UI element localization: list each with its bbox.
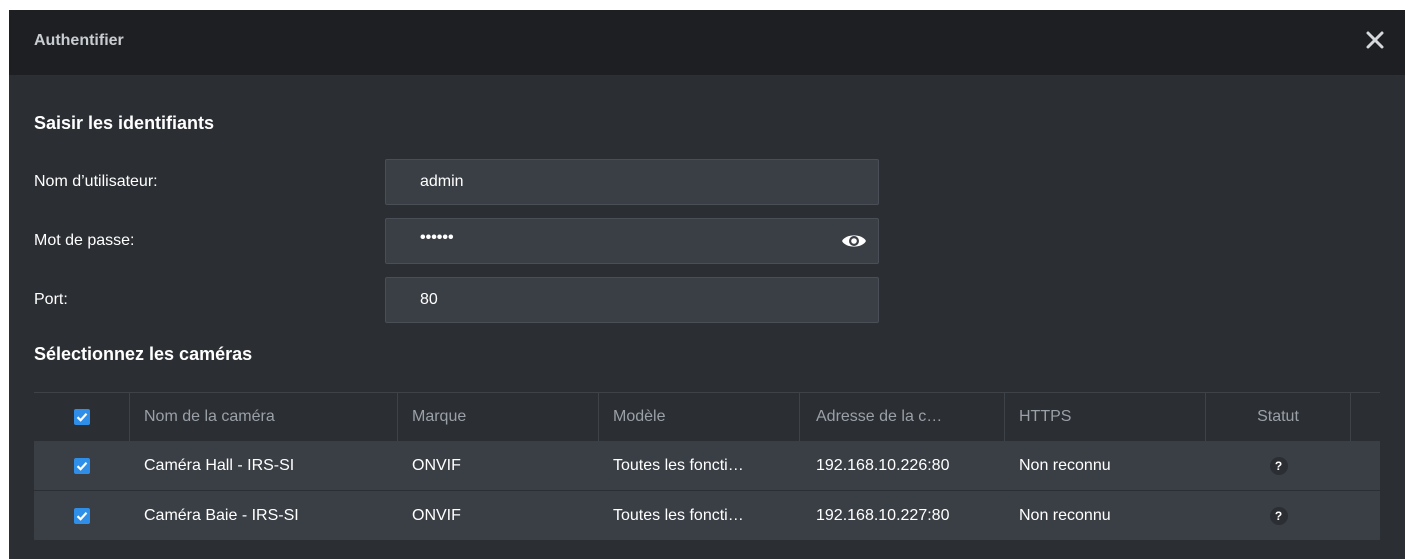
select-all-checkbox[interactable] bbox=[73, 409, 90, 425]
column-header-brand[interactable]: Marque bbox=[398, 393, 599, 441]
authenticate-dialog: Authentifier Saisir les identifiants Nom… bbox=[9, 10, 1405, 559]
table-row[interactable]: Caméra Hall - IRS-SI ONVIF Toutes les fo… bbox=[34, 441, 1380, 491]
checkmark-icon bbox=[76, 461, 88, 471]
credentials-section-title: Saisir les identifiants bbox=[34, 113, 215, 133]
port-field[interactable]: 80 bbox=[385, 277, 879, 323]
eye-icon bbox=[842, 235, 866, 247]
camera-https: Non reconnu bbox=[1019, 456, 1111, 474]
port-value: 80 bbox=[420, 291, 438, 308]
username-field[interactable]: admin bbox=[385, 159, 879, 205]
row-checkbox-cell bbox=[34, 441, 130, 490]
camera-brand: ONVIF bbox=[412, 506, 461, 524]
column-header-name[interactable]: Nom de la caméra bbox=[130, 393, 398, 441]
table-header: Nom de la caméra Marque Modèle Adresse d… bbox=[34, 392, 1380, 441]
row-checkbox[interactable] bbox=[74, 457, 90, 474]
status-cell: ? bbox=[1206, 491, 1351, 540]
column-header-address[interactable]: Adresse de la c… bbox=[800, 393, 1005, 441]
show-password-button[interactable] bbox=[840, 230, 868, 252]
camera-name: Caméra Hall - IRS-SI bbox=[144, 456, 295, 474]
username-value: admin bbox=[420, 173, 464, 190]
close-button[interactable] bbox=[1363, 28, 1387, 52]
unknown-status-icon: ? bbox=[1269, 456, 1288, 475]
dialog-title: Authentifier bbox=[34, 32, 124, 49]
password-field[interactable]: •••••• bbox=[385, 218, 879, 264]
username-label: Nom d’utilisateur: bbox=[34, 173, 158, 190]
status-cell: ? bbox=[1206, 441, 1351, 490]
table-row[interactable]: Caméra Baie - IRS-SI ONVIF Toutes les fo… bbox=[34, 491, 1380, 541]
unknown-status-icon: ? bbox=[1269, 506, 1288, 525]
camera-https: Non reconnu bbox=[1019, 506, 1111, 524]
column-header-status[interactable]: Statut bbox=[1206, 393, 1351, 441]
password-value: •••••• bbox=[420, 229, 454, 246]
camera-address: 192.168.10.227:80 bbox=[816, 506, 950, 524]
column-header-model[interactable]: Modèle bbox=[599, 393, 800, 441]
camera-address: 192.168.10.226:80 bbox=[816, 456, 950, 474]
cameras-section-title: Sélectionnez les caméras bbox=[34, 344, 253, 364]
header-checkbox-cell bbox=[34, 393, 130, 441]
dialog-titlebar: Authentifier bbox=[9, 10, 1405, 75]
close-icon bbox=[1366, 31, 1384, 49]
row-checkbox-cell bbox=[34, 491, 130, 540]
camera-model: Toutes les foncti… bbox=[613, 506, 744, 524]
camera-name: Caméra Baie - IRS-SI bbox=[144, 506, 299, 524]
camera-brand: ONVIF bbox=[412, 456, 461, 474]
checkmark-icon bbox=[76, 413, 87, 422]
row-checkbox[interactable] bbox=[74, 507, 90, 524]
port-label: Port: bbox=[34, 291, 68, 308]
checkmark-icon bbox=[76, 511, 88, 521]
column-header-https[interactable]: HTTPS bbox=[1005, 393, 1206, 441]
password-label: Mot de passe: bbox=[34, 232, 135, 249]
camera-model: Toutes les foncti… bbox=[613, 456, 744, 474]
